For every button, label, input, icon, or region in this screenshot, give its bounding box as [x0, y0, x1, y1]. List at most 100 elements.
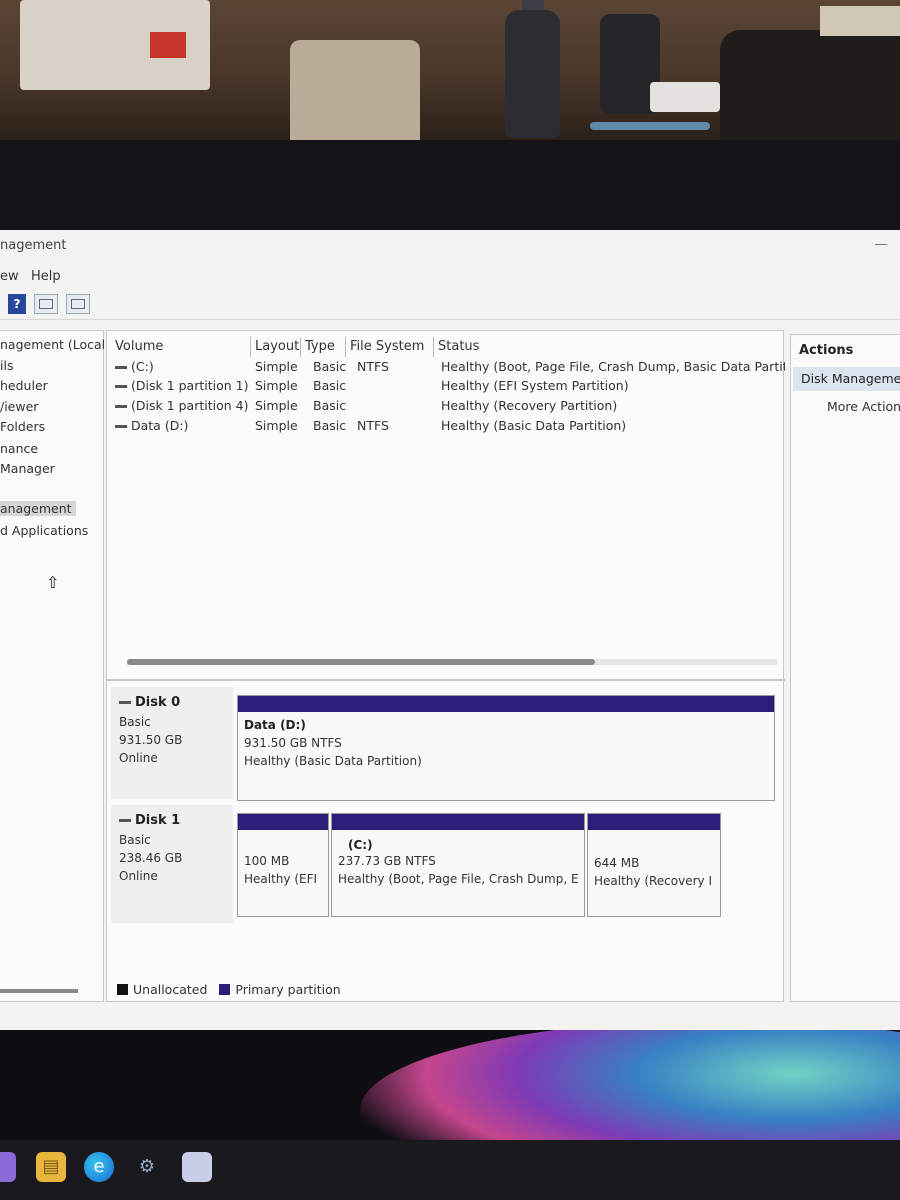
- tree-item-event-viewer[interactable]: /iewer: [0, 399, 38, 414]
- background-dark-object: [720, 30, 900, 140]
- volume-icon: [115, 425, 127, 428]
- volume-name: Data (D:): [131, 418, 189, 433]
- partition-status: Healthy (Basic Data Partition): [244, 754, 422, 768]
- tree-scrollbar[interactable]: [0, 989, 78, 993]
- menu-help[interactable]: Help: [31, 269, 61, 284]
- monitor-bezel: [0, 140, 900, 230]
- disk-1-size: 238.46 GB: [119, 851, 183, 865]
- partition-status: Healthy (Recovery I: [594, 874, 712, 888]
- disk-1-name: Disk 1: [135, 813, 181, 828]
- disk-0-kind: Basic: [119, 715, 151, 729]
- volume-status: Healthy (Recovery Partition): [441, 398, 618, 413]
- volume-type: Basic: [313, 398, 347, 413]
- table-row[interactable]: Data (D:) Simple Basic NTFS Healthy (Bas…: [107, 418, 785, 438]
- partition-label: (C:): [348, 838, 373, 852]
- partition-legend: Unallocated Primary partition: [117, 982, 341, 997]
- volume-fs: NTFS: [357, 418, 389, 433]
- volume-type: Basic: [313, 378, 347, 393]
- desktop-wallpaper: [0, 1030, 900, 1140]
- volume-layout: Simple: [255, 359, 298, 374]
- disk-0-size: 931.50 GB: [119, 733, 183, 747]
- partition-efi[interactable]: 100 MB Healthy (EFI: [237, 813, 329, 917]
- tree-item-services-applications[interactable]: d Applications: [0, 523, 88, 538]
- primary-partition-swatch: [219, 984, 231, 995]
- column-type[interactable]: Type: [301, 337, 346, 357]
- wallpaper-swirl: [360, 1030, 900, 1140]
- partition-label: Data (D:): [244, 718, 306, 732]
- volume-layout: Simple: [255, 398, 298, 413]
- partition-data-d[interactable]: Data (D:) 931.50 GB NTFS Healthy (Basic …: [237, 695, 775, 801]
- volume-icon: [115, 366, 127, 369]
- partition-bar: [238, 814, 328, 830]
- mouse-cursor-icon: ⇧: [46, 573, 60, 592]
- tree-item-task-scheduler[interactable]: heduler: [0, 378, 48, 393]
- tree-item-disk-management[interactable]: anagement: [0, 501, 76, 516]
- settings-gear-icon[interactable]: ⚙: [132, 1152, 162, 1182]
- disk-icon: [119, 819, 131, 822]
- taskbar-app-icon[interactable]: [0, 1152, 16, 1182]
- background-cable: [590, 122, 710, 130]
- taskbar: ▤ e ⚙: [0, 1140, 900, 1200]
- tree-item-shared-folders[interactable]: Folders: [0, 419, 45, 434]
- tree-item-computer-management[interactable]: nagement (Local): [0, 337, 110, 352]
- volume-list-scrollbar[interactable]: [127, 659, 595, 665]
- column-layout[interactable]: Layout: [251, 337, 301, 357]
- edge-browser-icon[interactable]: e: [84, 1152, 114, 1182]
- disk-0-name: Disk 0: [135, 695, 181, 710]
- disk-1-state: Online: [119, 869, 158, 883]
- partition-size: 237.73 GB NTFS: [338, 854, 436, 868]
- disk-management-panel: Volume Layout Type File System Status (C…: [106, 330, 785, 1002]
- column-volume[interactable]: Volume: [111, 337, 251, 357]
- partition-bar: [238, 696, 774, 712]
- volume-layout: Simple: [255, 378, 298, 393]
- menu-view[interactable]: ew: [0, 269, 19, 284]
- partition-status: Healthy (Boot, Page File, Crash Dump, E: [338, 872, 579, 886]
- properties-icon[interactable]: [66, 294, 90, 314]
- partition-bar: [588, 814, 720, 830]
- actions-pane: Actions Disk Manageme More Action: [790, 334, 900, 1002]
- actions-more-actions[interactable]: More Action: [827, 399, 900, 414]
- tree-item-system-tools[interactable]: ils: [0, 358, 13, 373]
- volume-name: (C:): [131, 359, 154, 374]
- volume-layout: Simple: [255, 418, 298, 433]
- partition-bar: [332, 814, 584, 830]
- menu-bar: ew Help: [0, 265, 900, 287]
- column-file-system[interactable]: File System: [346, 337, 434, 357]
- disk-0-state: Online: [119, 751, 158, 765]
- tree-item-device-manager[interactable]: Manager: [0, 461, 55, 476]
- disk-0-info[interactable]: Disk 0 Basic 931.50 GB Online: [111, 687, 233, 799]
- background-paper: [820, 6, 900, 36]
- volume-status: Healthy (Basic Data Partition): [441, 418, 627, 433]
- table-row[interactable]: (C:) Simple Basic NTFS Healthy (Boot, Pa…: [107, 359, 785, 379]
- legend-unallocated: Unallocated: [133, 982, 208, 997]
- background-bottle: [505, 10, 560, 138]
- console-tree: nagement (Local) ils heduler /iewer Fold…: [0, 330, 110, 1002]
- actions-disk-management[interactable]: Disk Manageme: [801, 371, 900, 386]
- partition-size: 931.50 GB NTFS: [244, 736, 342, 750]
- file-explorer-icon[interactable]: ▤: [36, 1152, 66, 1182]
- unallocated-swatch: [117, 984, 128, 995]
- view-icon[interactable]: [34, 294, 58, 314]
- partition-recovery[interactable]: 644 MB Healthy (Recovery I: [587, 813, 721, 917]
- table-row[interactable]: (Disk 1 partition 1) Simple Basic Health…: [107, 378, 785, 398]
- disk-1-info[interactable]: Disk 1 Basic 238.46 GB Online: [111, 805, 233, 923]
- volume-status: Healthy (EFI System Partition): [441, 378, 629, 393]
- disk-1-kind: Basic: [119, 833, 151, 847]
- actions-header: Actions: [799, 343, 854, 358]
- column-status[interactable]: Status: [434, 337, 785, 357]
- view-grid-icon: [39, 299, 53, 309]
- partition-status: Healthy (EFI: [244, 872, 318, 886]
- volume-status: Healthy (Boot, Page File, Crash Dump, Ba…: [441, 359, 785, 374]
- help-icon[interactable]: ?: [8, 294, 26, 314]
- window-title: nagement: [0, 238, 67, 253]
- partition-c[interactable]: (C:) 237.73 GB NTFS Healthy (Boot, Page …: [331, 813, 585, 917]
- volume-type: Basic: [313, 359, 347, 374]
- computer-management-icon[interactable]: [182, 1152, 212, 1182]
- table-row[interactable]: (Disk 1 partition 4) Simple Basic Health…: [107, 398, 785, 418]
- volume-name: (Disk 1 partition 1): [131, 378, 249, 393]
- volume-icon: [115, 405, 127, 408]
- volume-icon: [115, 385, 127, 388]
- minimize-icon[interactable]: [875, 244, 887, 245]
- pane-splitter[interactable]: [107, 679, 785, 681]
- tree-item-performance[interactable]: nance: [0, 441, 38, 456]
